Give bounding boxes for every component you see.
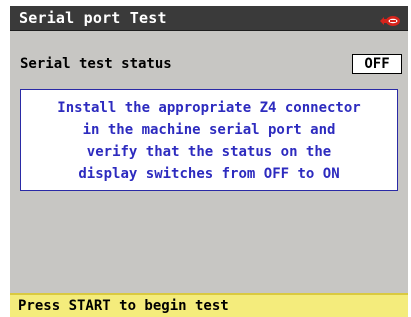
window-title: Serial port Test [19,9,167,27]
machine-screen: Serial port Test Serial test status OFF … [10,6,408,317]
status-bar: Press START to begin test [10,293,408,317]
title-bar: Serial port Test [10,6,408,31]
serial-status-label: Serial test status [20,56,172,72]
instruction-line: verify that the status on the [86,144,332,160]
instruction-line: in the machine serial port and [82,122,336,138]
serial-status-row: Serial test status OFF [10,54,408,74]
instruction-line: display switches from OFF to ON [78,166,340,182]
status-bar-prompt: Press START to begin test [18,298,229,314]
instruction-message-box: Install the appropriate Z4 connector in … [20,89,398,191]
serial-status-value: OFF [352,54,402,74]
instruction-line: Install the appropriate Z4 connector [57,100,361,116]
brand-logo-icon [379,12,401,26]
